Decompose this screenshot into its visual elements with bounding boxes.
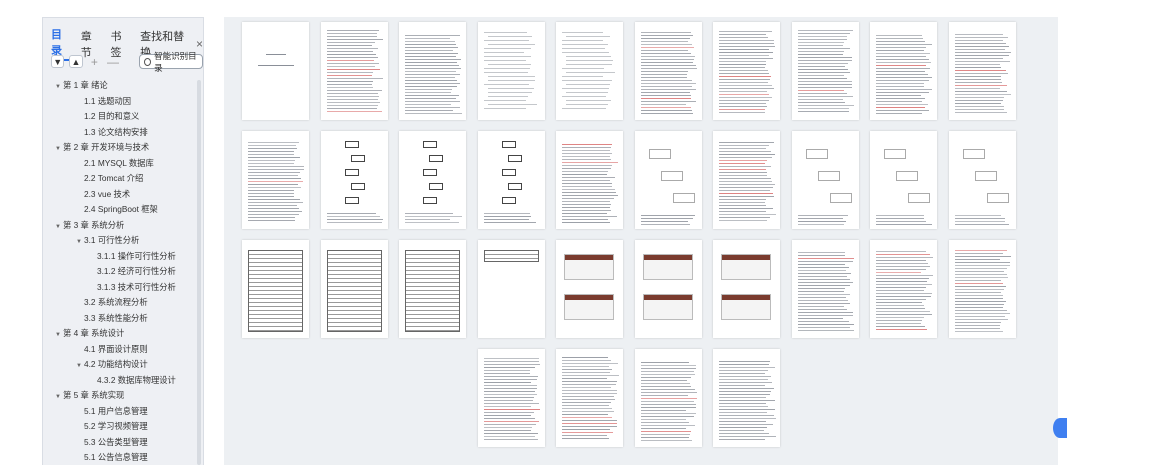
toc-item-label: 5.1 用户信息管理 bbox=[84, 405, 148, 416]
toc-item[interactable]: 3.3 系统性能分析 bbox=[43, 311, 195, 327]
page-thumbnail[interactable] bbox=[556, 240, 623, 338]
toc-item-label: 4.1 界面设计原则 bbox=[84, 343, 148, 354]
toc-item[interactable]: 1.1 选题动因 bbox=[43, 94, 195, 110]
page-thumbnail[interactable] bbox=[791, 22, 859, 120]
toc-item-label: 2.2 Tomcat 介绍 bbox=[84, 173, 144, 183]
toc-item-label: 3.1.2 经济可行性分析 bbox=[97, 266, 176, 276]
page-thumbnail[interactable] bbox=[399, 22, 466, 120]
toc-item-label: 第 5 章 系统实现 bbox=[63, 390, 125, 400]
toc-item[interactable]: ▼ 第 5 章 系统实现 bbox=[43, 388, 195, 404]
toc-item[interactable]: ▼ 4.2 功能结构设计 bbox=[43, 357, 195, 373]
page-thumbnail[interactable] bbox=[791, 131, 859, 229]
toc-item-label: 3.1.1 操作可行性分析 bbox=[97, 250, 176, 261]
toc-item[interactable]: ▼ 3.1 可行性分析 bbox=[43, 233, 195, 249]
toc-item[interactable]: ▼ 第 1 章 绪论 bbox=[43, 78, 195, 94]
toc-item[interactable]: 3.1.1 操作可行性分析 bbox=[43, 249, 195, 265]
page-thumbnail[interactable] bbox=[320, 131, 388, 229]
toc-item[interactable]: ▼ 第 4 章 系统设计 bbox=[43, 326, 195, 342]
page-thumbnail[interactable] bbox=[477, 22, 545, 120]
page-thumbnail[interactable] bbox=[870, 22, 937, 120]
page-thumbnail[interactable] bbox=[713, 131, 780, 229]
page-thumbnail[interactable] bbox=[870, 131, 937, 229]
page-thumbnails-canvas[interactable] bbox=[224, 17, 1058, 465]
toc-panel: 目录 章节 书签 查找和替换 × ▼ ▲ + — 智能识别目录 ▼ 第 1 章 绪… bbox=[42, 17, 204, 465]
page-thumbnail[interactable] bbox=[556, 131, 623, 229]
toc-item-label: 3.1.3 技术可行性分析 bbox=[97, 281, 176, 292]
page-thumbnail[interactable] bbox=[556, 349, 623, 447]
toc-item-label: 3.1 可行性分析 bbox=[84, 235, 140, 245]
remove-entry-button[interactable]: — bbox=[106, 55, 120, 69]
chevron-down-icon[interactable]: ▼ bbox=[51, 55, 65, 68]
toc-item-label: 1.2 目的和意义 bbox=[84, 111, 140, 121]
page-thumbnail[interactable] bbox=[948, 131, 1016, 229]
toc-item[interactable]: ▼ 第 2 章 开发环境与技术 bbox=[43, 140, 195, 156]
page-thumbnail[interactable] bbox=[634, 349, 702, 447]
page-thumbnail[interactable] bbox=[399, 131, 466, 229]
page-thumbnail[interactable] bbox=[477, 131, 545, 229]
page-thumbnail[interactable] bbox=[948, 22, 1016, 120]
toc-item-label: 第 2 章 开发环境与技术 bbox=[63, 142, 150, 152]
toc-item-label: 4.3.2 数据库物理设计 bbox=[97, 374, 176, 385]
toc-item[interactable]: 3.1.2 经济可行性分析 bbox=[43, 264, 195, 280]
page-thumbnail[interactable] bbox=[320, 22, 388, 120]
toc-item-label: 5.2 学习视频管理 bbox=[84, 421, 148, 431]
smart-recognize-label: 智能识别目录 bbox=[154, 50, 197, 73]
toc-scrollbar[interactable] bbox=[197, 80, 201, 465]
toc-item[interactable]: 1.2 目的和意义 bbox=[43, 109, 195, 125]
toc-item[interactable]: 1.3 论文结构安排 bbox=[43, 125, 195, 141]
toc-item-label: 2.3 vue 技术 bbox=[84, 188, 131, 199]
page-thumbnail[interactable] bbox=[948, 240, 1016, 338]
toc-item[interactable]: 5.2 学习视频管理 bbox=[43, 419, 195, 435]
page-thumbnail[interactable] bbox=[713, 349, 780, 447]
toc-item-label: 3.2 系统流程分析 bbox=[84, 297, 148, 307]
page-thumbnail[interactable] bbox=[713, 22, 780, 120]
add-entry-button[interactable]: + bbox=[88, 55, 101, 69]
toc-item-label: 2.4 SpringBoot 框架 bbox=[84, 204, 158, 214]
page-thumbnail[interactable] bbox=[477, 240, 545, 338]
toc-item[interactable]: 3.1.3 技术可行性分析 bbox=[43, 280, 195, 296]
toc-item-label: 1.1 选题动因 bbox=[84, 95, 132, 106]
page-thumbnail[interactable] bbox=[634, 22, 702, 120]
page-thumbnail[interactable] bbox=[477, 349, 545, 447]
toc-item[interactable]: 2.4 SpringBoot 框架 bbox=[43, 202, 195, 218]
page-thumbnail[interactable] bbox=[791, 240, 859, 338]
close-icon[interactable]: × bbox=[196, 37, 203, 51]
toc-toolbar: ▼ ▲ + — 智能识别目录 bbox=[51, 51, 204, 73]
toc-item[interactable]: 2.2 Tomcat 介绍 bbox=[43, 171, 195, 187]
page-thumbnail[interactable] bbox=[870, 240, 937, 338]
toc-item-label: 第 3 章 系统分析 bbox=[63, 219, 125, 230]
page-thumbnail[interactable] bbox=[399, 240, 466, 338]
toc-item[interactable]: 3.2 系统流程分析 bbox=[43, 295, 195, 311]
toc-item[interactable]: 5.3 公告类型管理 bbox=[43, 435, 195, 451]
toc-item[interactable]: 5.1 公告信息管理 bbox=[43, 450, 195, 466]
toc-item-label: 3.3 系统性能分析 bbox=[84, 312, 148, 323]
toc-item-label: 2.1 MYSQL 数据库 bbox=[84, 157, 154, 168]
page-thumbnail[interactable] bbox=[242, 240, 309, 338]
page-thumbnail[interactable] bbox=[556, 22, 623, 120]
side-handle[interactable] bbox=[1053, 418, 1067, 438]
toc-item-label: 第 1 章 绪论 bbox=[63, 80, 108, 90]
toc-item[interactable]: 2.1 MYSQL 数据库 bbox=[43, 156, 195, 172]
toc-item[interactable]: 5.1 用户信息管理 bbox=[43, 404, 195, 420]
toc-item-label: 第 4 章 系统设计 bbox=[63, 328, 125, 338]
smart-icon bbox=[143, 57, 152, 66]
page-thumbnail[interactable] bbox=[634, 240, 702, 338]
page-thumbnail[interactable] bbox=[320, 240, 388, 338]
toc-list: ▼ 第 1 章 绪论 1.1 选题动因 1.2 目的和意义 1.3 论文结构安排 ▼ 第 2… bbox=[43, 78, 195, 465]
page-thumbnail[interactable] bbox=[713, 240, 780, 338]
page-thumbnail[interactable] bbox=[242, 22, 309, 120]
toc-item[interactable]: ▼ 第 3 章 系统分析 bbox=[43, 218, 195, 234]
toc-item[interactable]: 4.1 界面设计原则 bbox=[43, 342, 195, 358]
toc-item-label: 4.2 功能结构设计 bbox=[84, 359, 148, 369]
page-thumbnail[interactable] bbox=[634, 131, 702, 229]
smart-recognize-toc-button[interactable]: 智能识别目录 bbox=[138, 51, 204, 73]
toc-item-label: 1.3 论文结构安排 bbox=[84, 126, 148, 137]
toc-item-label: 5.1 公告信息管理 bbox=[84, 452, 148, 462]
toc-item-label: 5.3 公告类型管理 bbox=[84, 436, 148, 447]
toc-item[interactable]: 4.3.2 数据库物理设计 bbox=[43, 373, 195, 389]
toc-item[interactable]: 2.3 vue 技术 bbox=[43, 187, 195, 203]
chevron-up-icon[interactable]: ▲ bbox=[69, 55, 83, 68]
page-thumbnail[interactable] bbox=[242, 131, 309, 229]
